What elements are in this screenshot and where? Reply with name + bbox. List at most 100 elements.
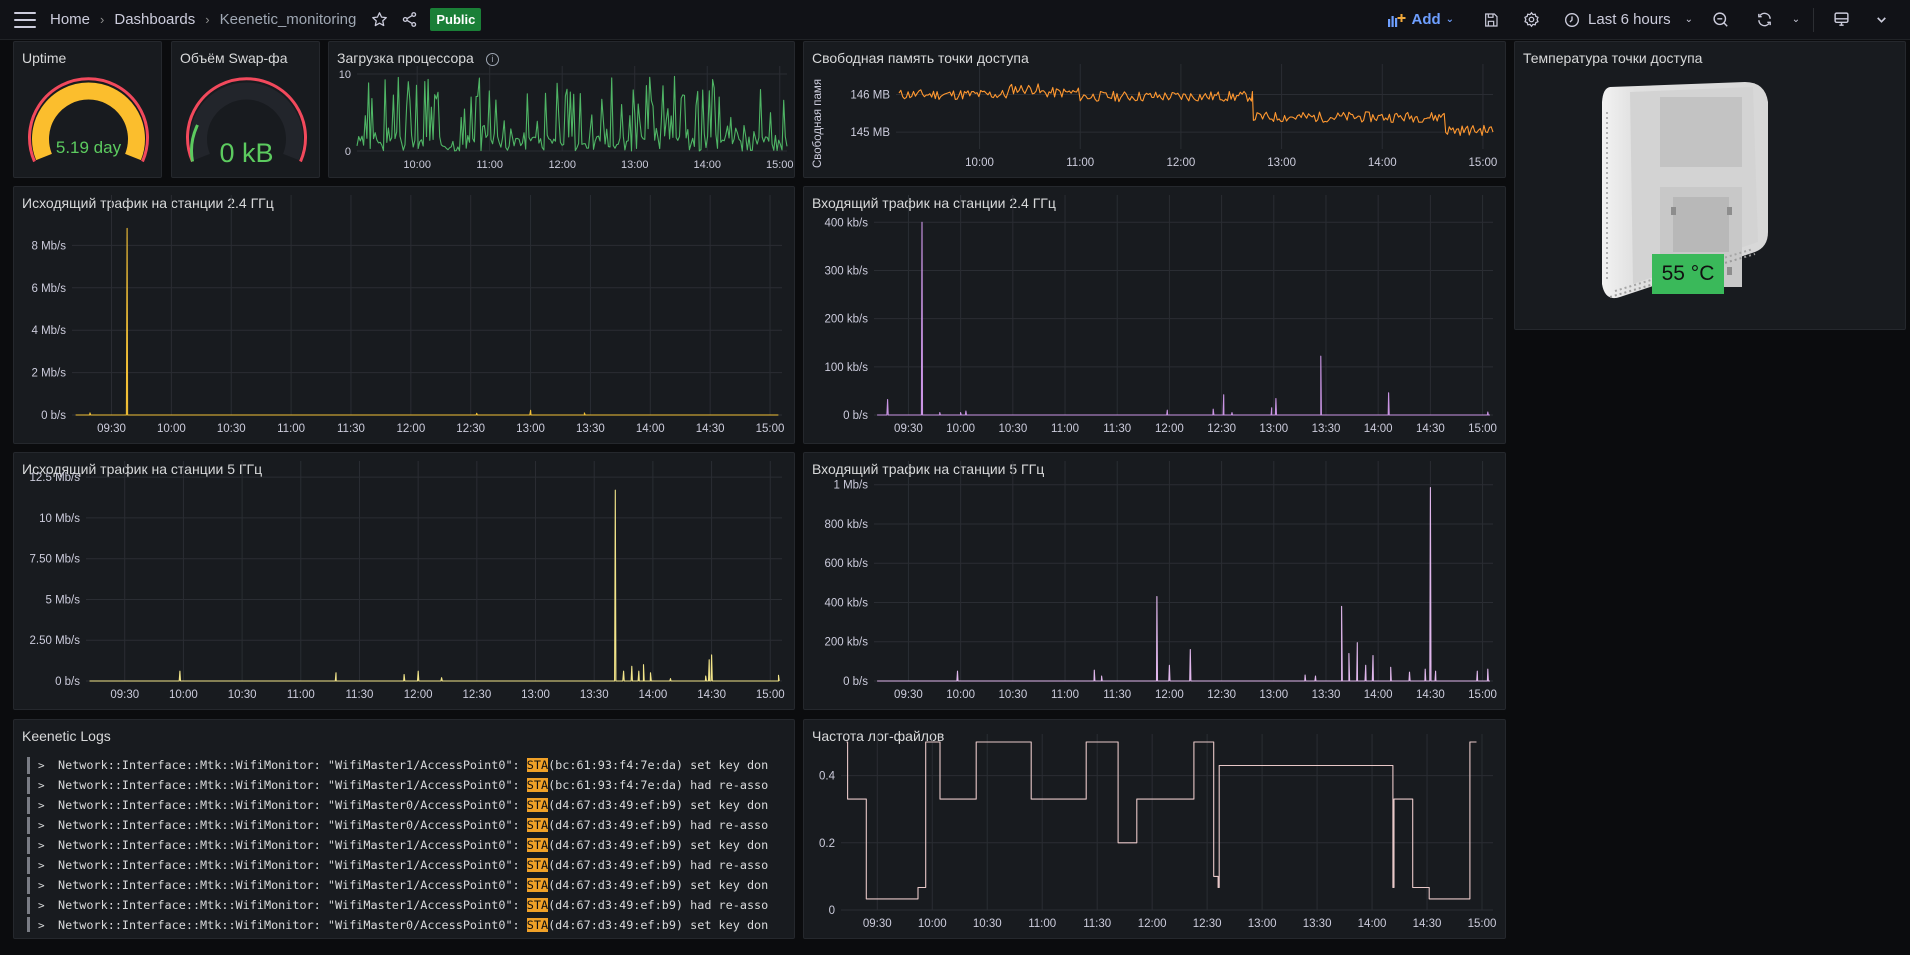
x-tick-label: 11:30: [337, 423, 365, 435]
cpu-chart[interactable]: 0 10 10:00 11:00 12:00 13:00 14:00 15:00: [329, 42, 795, 178]
series-line: [75, 227, 779, 416]
time-range-picker[interactable]: Last 6 hours ⌄: [1564, 11, 1693, 28]
log-highlight: STA: [526, 838, 549, 852]
menu-icon[interactable]: [14, 11, 36, 28]
share-icon[interactable]: [394, 5, 424, 35]
x-tick-label: 14:30: [696, 423, 725, 435]
log-row[interactable]: > Network::Interface::Mtk::WifiMonitor: "…: [24, 855, 788, 875]
x-tick-label: 10:00: [403, 159, 431, 171]
refresh-interval-chevron-icon[interactable]: ⌄: [1785, 5, 1807, 35]
gear-icon[interactable]: [1516, 5, 1546, 35]
x-tick-label: 14:00: [639, 689, 668, 701]
x-tick-label: 12:30: [456, 423, 485, 435]
clock-icon: [1565, 12, 1580, 27]
x-tick-label: 14:30: [1416, 423, 1445, 435]
tx-5ghz-chart[interactable]: 0 b/s 2.50 Mb/s 5 Mb/s 7.50 Mb/s 10 Mb/s 12.5…: [14, 453, 795, 710]
log-text: Network::Interface::Mtk::WifiMonitor: "W…: [58, 758, 769, 772]
x-tick-label: 12:00: [1138, 918, 1167, 930]
x-tick-label: 10:00: [157, 423, 186, 435]
chevron-right-icon[interactable]: >: [38, 759, 50, 772]
x-tick-label: 12:00: [1167, 157, 1196, 169]
x-tick-label: 13:00: [1248, 918, 1277, 930]
y-tick-label: 0 b/s: [55, 676, 80, 688]
x-tick-label: 11:00: [1028, 918, 1056, 930]
series-line: [898, 83, 1494, 136]
log-row[interactable]: > Network::Interface::Mtk::WifiMonitor: "…: [24, 895, 788, 915]
log-row[interactable]: > Network::Interface::Mtk::WifiMonitor: "…: [24, 775, 788, 795]
log-highlight: STA: [526, 798, 549, 812]
save-icon[interactable]: [1476, 5, 1506, 35]
series-area: [89, 490, 780, 681]
add-button[interactable]: Add ⌄: [1388, 11, 1454, 28]
tx-24ghz-chart[interactable]: 0 b/s 2 Mb/s 4 Mb/s 6 Mb/s 8 Mb/s 09:30 10:00 1…: [14, 187, 795, 444]
breadcrumb-separator-icon: ›: [100, 12, 105, 27]
x-tick-label: 10:30: [998, 423, 1027, 435]
chevron-right-icon[interactable]: >: [38, 799, 50, 812]
log-level-indicator: [27, 916, 30, 932]
tv-mode-icon[interactable]: [1826, 5, 1856, 35]
y-axis-label: Свободная памя: [812, 79, 824, 168]
log-highlight: STA: [526, 898, 549, 912]
add-panel-icon: [1388, 13, 1406, 27]
log-level-indicator: [27, 756, 30, 774]
log-text: Network::Interface::Mtk::WifiMonitor: "W…: [58, 818, 769, 832]
series-line: [356, 75, 788, 152]
series-area: [877, 487, 1490, 681]
x-tick-label: 10:30: [998, 689, 1027, 701]
x-tick-label: 13:30: [1303, 918, 1332, 930]
log-list[interactable]: >Network::Interface::Mtk::WifiMonitor: "…: [24, 755, 788, 932]
log-row[interactable]: > Network::Interface::Mtk::WifiMonitor: "…: [24, 875, 788, 895]
chevron-right-icon[interactable]: >: [38, 859, 50, 872]
free-memory-chart[interactable]: Свободная памя 145 MB 146 MB 10:00 11:00 12:…: [804, 42, 1506, 178]
chevron-right-icon[interactable]: >: [38, 779, 50, 792]
log-row[interactable]: > Network::Interface::Mtk::WifiMonitor: "…: [24, 755, 788, 775]
x-tick-label: 11:00: [1051, 423, 1079, 435]
log-row[interactable]: > Network::Interface::Mtk::WifiMonitor: "…: [24, 835, 788, 855]
star-icon[interactable]: [364, 5, 394, 35]
x-tick-label: 14:00: [1364, 689, 1393, 701]
log-text: Network::Interface::Mtk::WifiMonitor: "W…: [58, 858, 769, 872]
panel-tx-5ghz: Исходящий трафик на станции 5 ГГц 0 b/s 2…: [13, 452, 795, 710]
panel-temperature: Температура точки доступа 55 °C: [1514, 41, 1906, 330]
x-tick-label: 12:00: [1155, 689, 1184, 701]
grid: [874, 461, 1493, 682]
x-tick-label: 11:00: [287, 689, 315, 701]
x-tick-label: 13:30: [576, 423, 605, 435]
x-tick-label: 15:00: [756, 689, 785, 701]
refresh-icon[interactable]: [1749, 5, 1779, 35]
x-tick-label: 12:30: [1193, 918, 1222, 930]
x-tick-label: 15:00: [1469, 157, 1498, 169]
rx-5ghz-chart[interactable]: 0 b/s 200 kb/s 400 kb/s 600 kb/s 800 kb/s 1 M…: [804, 453, 1506, 710]
chevron-right-icon[interactable]: >: [38, 819, 50, 832]
y-tick-label: 0: [829, 905, 835, 917]
log-row[interactable]: > Network::Interface::Mtk::WifiMonitor: "…: [24, 815, 788, 835]
x-tick-label: 15:00: [1468, 423, 1497, 435]
log-row[interactable]: > Network::Interface::Mtk::WifiMonitor: "…: [24, 795, 788, 815]
log-row[interactable]: > Network::Interface::Mtk::WifiMonitor: "…: [24, 915, 788, 932]
chevron-right-icon[interactable]: >: [38, 919, 50, 932]
chevron-right-icon[interactable]: >: [38, 839, 50, 852]
temperature-value: 55 °C: [1652, 254, 1724, 294]
chevron-right-icon[interactable]: >: [38, 899, 50, 912]
rx-24ghz-chart[interactable]: 0 b/s 100 kb/s 200 kb/s 300 kb/s 400 kb/s 09:…: [804, 187, 1506, 444]
x-tick-label: 14:30: [1413, 918, 1442, 930]
y-tick-label: 7.50 Mb/s: [30, 554, 81, 566]
x-tick-label: 15:00: [1468, 689, 1497, 701]
log-level-indicator: [27, 816, 30, 834]
log-frequency-chart[interactable]: 0 0.2 0.4 09:30 10:00 10:30 11:00 11:30 12:00 12:…: [804, 720, 1506, 939]
breadcrumb-dashboards[interactable]: Dashboards: [114, 11, 195, 28]
chevron-down-icon[interactable]: [1866, 5, 1896, 35]
public-badge: Public: [430, 8, 482, 31]
breadcrumb-home[interactable]: Home: [50, 11, 90, 28]
y-tick-label: 2 Mb/s: [31, 368, 66, 380]
x-tick-label: 13:00: [621, 159, 649, 171]
y-tick-label: 8 Mb/s: [31, 240, 66, 252]
log-level-indicator: [27, 776, 30, 794]
zoom-out-icon[interactable]: [1705, 5, 1735, 35]
series-line: [846, 741, 1477, 900]
x-tick-label: 11:30: [1103, 689, 1131, 701]
chevron-right-icon[interactable]: >: [38, 879, 50, 892]
grid: [874, 195, 1493, 416]
panel-cpu-load: Загрузка процессора i 0 10 10:00 11:00 12:00 1…: [328, 41, 795, 178]
y-tick-label: 12.5 Mb/s: [30, 472, 81, 484]
